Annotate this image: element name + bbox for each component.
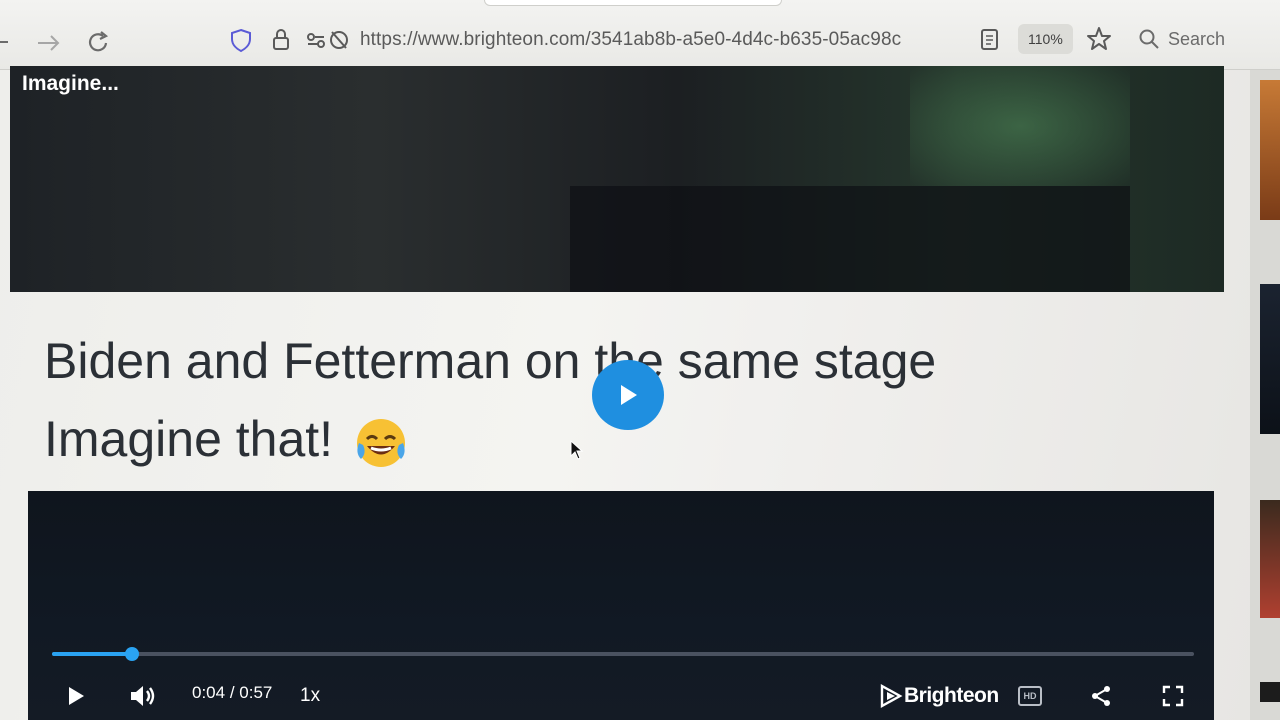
progress-bar[interactable] [52,647,1194,661]
laughing-emoji-icon [353,415,409,471]
post-text-line-2-row: Imagine that! [44,400,936,478]
reader-view-icon[interactable] [978,26,1002,54]
brand-name: Brighteon [904,684,999,707]
play-icon [69,687,84,705]
permissions-icon[interactable] [306,27,350,53]
browser-toolbar: https://www.brighteon.com/3541ab8b-a5e0-… [0,0,1280,70]
related-videos-strip [1250,70,1280,720]
video-title: Imagine... [22,72,119,95]
duration: 0:57 [239,683,273,702]
shield-icon[interactable] [226,27,256,53]
brighteon-logo[interactable]: Brighteon [878,681,999,711]
current-time: 0:04 [192,683,226,702]
post-text: Biden and Fetterman on the same stage Im… [44,322,936,478]
time-display: 0:04 / 0:57 [192,683,272,703]
brighteon-logo-icon [880,683,903,709]
share-button[interactable] [1090,681,1112,711]
mouse-cursor-icon [570,440,584,460]
active-tab[interactable] [484,0,782,6]
back-button[interactable] [0,26,14,58]
video-player[interactable]: 0:04 / 0:57 1x Brighteon HD [28,491,1214,720]
play-overlay-button[interactable] [592,360,664,430]
reload-icon [88,31,109,52]
related-video-thumbnail[interactable] [1260,682,1280,702]
related-video-thumbnail[interactable] [1260,500,1280,618]
video-frame-shadow [570,186,1130,292]
post-text-line-2: Imagine that! [44,411,334,467]
play-button[interactable] [66,681,86,711]
lock-icon[interactable] [266,27,296,53]
fullscreen-icon [1162,685,1184,707]
forward-button[interactable] [34,26,64,58]
reload-button[interactable] [84,26,114,58]
progress-fill [52,652,132,656]
search-label: Search [1168,28,1226,49]
search-icon [1139,29,1159,49]
post-text-line-1: Biden and Fetterman on the same stage [44,333,937,389]
volume-button[interactable] [128,681,158,711]
url-text[interactable]: https://www.brighteon.com/3541ab8b-a5e0-… [360,29,950,51]
arrow-right-icon [38,35,60,51]
bookmark-star-icon[interactable] [1084,24,1114,54]
progress-handle[interactable] [124,647,139,661]
related-video-thumbnail[interactable] [1260,284,1280,434]
speaker-icon [131,686,155,706]
playback-speed-button[interactable]: 1x [300,681,320,711]
hd-button[interactable]: HD [1018,686,1042,706]
arrow-left-icon [0,41,8,43]
embedded-video-top[interactable]: Imagine... [10,66,1224,292]
fullscreen-button[interactable] [1162,681,1184,711]
player-controls: 0:04 / 0:57 1x Brighteon HD [28,681,1214,717]
zoom-level[interactable]: 110% [1018,24,1073,54]
page-content: Imagine... Biden and Fetterman on the sa… [0,66,1250,720]
play-icon [621,385,637,405]
time-separator: / [229,683,235,702]
share-icon [1092,686,1110,706]
search-box[interactable]: Search [1138,24,1248,54]
related-video-thumbnail[interactable] [1260,80,1280,220]
video-frame-glow [910,66,1130,186]
url-bar[interactable]: https://www.brighteon.com/3541ab8b-a5e0-… [226,20,1238,60]
